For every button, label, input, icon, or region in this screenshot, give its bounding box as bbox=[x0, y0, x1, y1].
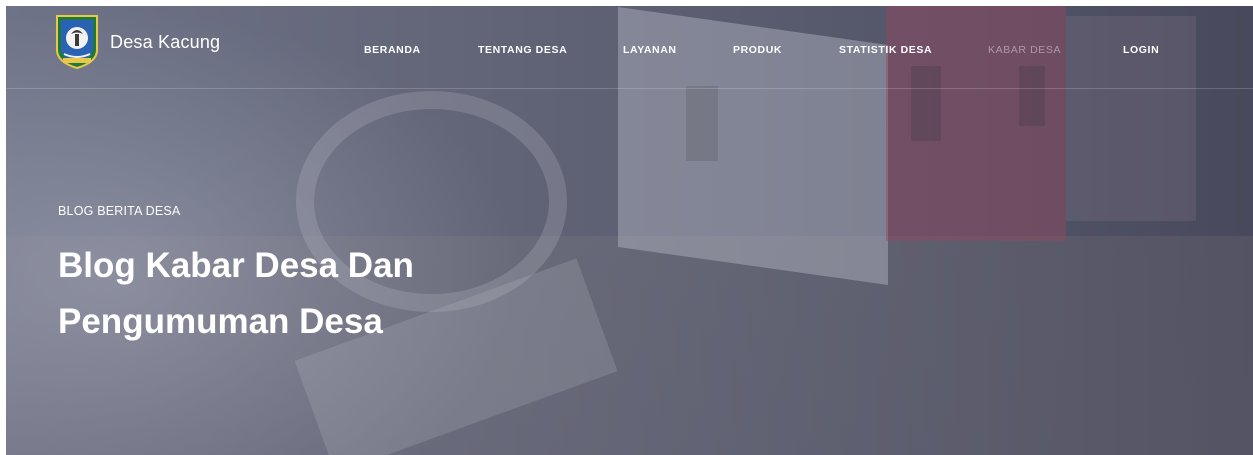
nav-statistik-desa[interactable]: STATISTIK DESA bbox=[839, 44, 932, 56]
nav-login[interactable]: LOGIN bbox=[1123, 44, 1159, 56]
brand-home-link[interactable]: Desa Kacung bbox=[54, 14, 220, 70]
brand-name: Desa Kacung bbox=[110, 31, 221, 52]
regional-emblem-icon bbox=[56, 15, 98, 70]
nav-layanan[interactable]: LAYANAN bbox=[623, 44, 677, 56]
top-navbar: Desa Kacung BERANDA TENTANG DESA LAYANAN… bbox=[6, 6, 1253, 89]
hero-banner: Desa Kacung BERANDA TENTANG DESA LAYANAN… bbox=[6, 6, 1253, 455]
hero-title-line-1: Blog Kabar Desa Dan bbox=[58, 246, 414, 285]
hero-title-line-2: Pengumuman Desa bbox=[58, 302, 383, 341]
hero-eyebrow: BLOG BERITA DESA bbox=[58, 204, 181, 218]
nav-tentang-desa[interactable]: TENTANG DESA bbox=[478, 44, 567, 56]
hero-title: Blog Kabar Desa Dan Pengumuman Desa bbox=[58, 238, 678, 350]
nav-beranda[interactable]: BERANDA bbox=[364, 44, 421, 56]
nav-kabar-desa[interactable]: KABAR DESA bbox=[988, 44, 1061, 56]
background-photo-window bbox=[686, 86, 718, 161]
nav-produk[interactable]: PRODUK bbox=[733, 44, 782, 56]
